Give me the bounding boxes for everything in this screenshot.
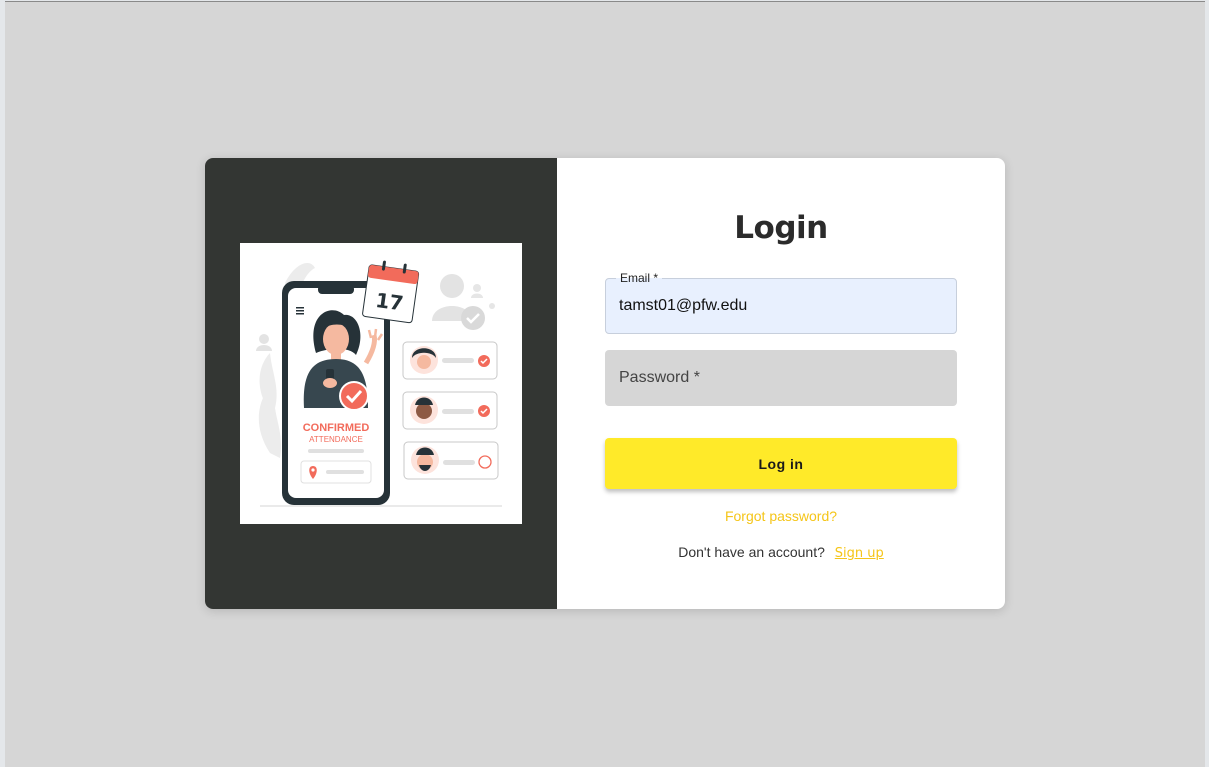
email-input[interactable] [619, 297, 939, 315]
confirmed-attendance-illustration: CONFIRMED ATTENDANCE 17 [256, 260, 502, 507]
signup-row: Don't have an account? Sign up [557, 544, 1005, 561]
password-field[interactable]: Password * [605, 350, 957, 406]
no-account-text: Don't have an account? [678, 544, 825, 560]
illustration-panel: CONFIRMED ATTENDANCE 17 [205, 158, 557, 609]
login-button[interactable]: Log in [605, 438, 957, 489]
signup-link[interactable]: Sign up [835, 546, 884, 561]
confirmed-text: CONFIRMED [303, 422, 370, 434]
attendance-text: ATTENDANCE [309, 435, 363, 444]
attendance-illustration: CONFIRMED ATTENDANCE 17 [240, 243, 522, 524]
calendar-day: 17 [374, 288, 405, 316]
page-title: Login [734, 210, 828, 246]
forgot-password-link[interactable]: Forgot password? [557, 508, 1005, 524]
email-field[interactable]: Email * [605, 271, 957, 334]
login-card: CONFIRMED ATTENDANCE 17 Login Email * ta… [205, 158, 1005, 609]
login-form-panel: Login Email * Password * Log in Forgot p… [557, 158, 1005, 609]
password-placeholder: Password * [619, 369, 700, 386]
email-label: Email * [616, 271, 663, 285]
